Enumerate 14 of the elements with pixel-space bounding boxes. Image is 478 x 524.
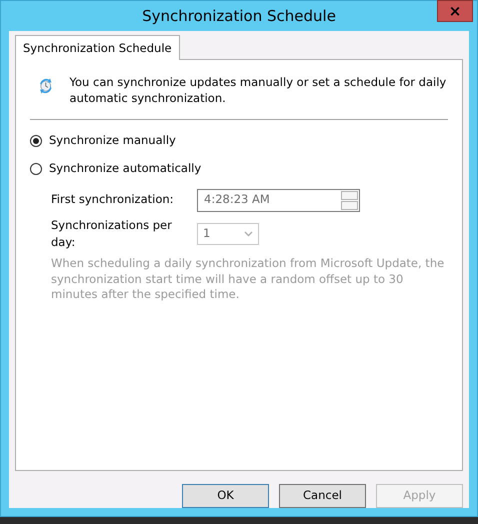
intro-text: You can synchronize updates manually or set a schedule for daily automatic synchronization. bbox=[70, 74, 448, 106]
dialog-button[interactable]: Cancel bbox=[279, 484, 366, 508]
caret-icon bbox=[244, 230, 253, 237]
radio-label[interactable]: Synchronize automatically bbox=[49, 160, 202, 178]
dialog-button[interactable]: OK bbox=[182, 484, 269, 508]
tab[interactable]: Synchronization Schedule bbox=[15, 34, 180, 60]
note-text: When scheduling a daily synchronization from Microsoft Update, the synchronization start time will have a random offset up to 30 minutes after the specified time. bbox=[51, 256, 446, 302]
radio-label[interactable]: Synchronize manually bbox=[49, 132, 176, 150]
radio-button[interactable] bbox=[30, 162, 42, 175]
radio-button[interactable] bbox=[30, 134, 42, 147]
first-sync-label: First synchronization: bbox=[51, 191, 175, 208]
window-title: Synchronization Schedule bbox=[142, 6, 336, 27]
per-day-label: Synchronizations per day: bbox=[51, 216, 173, 251]
close-button[interactable]: × bbox=[437, 0, 473, 22]
